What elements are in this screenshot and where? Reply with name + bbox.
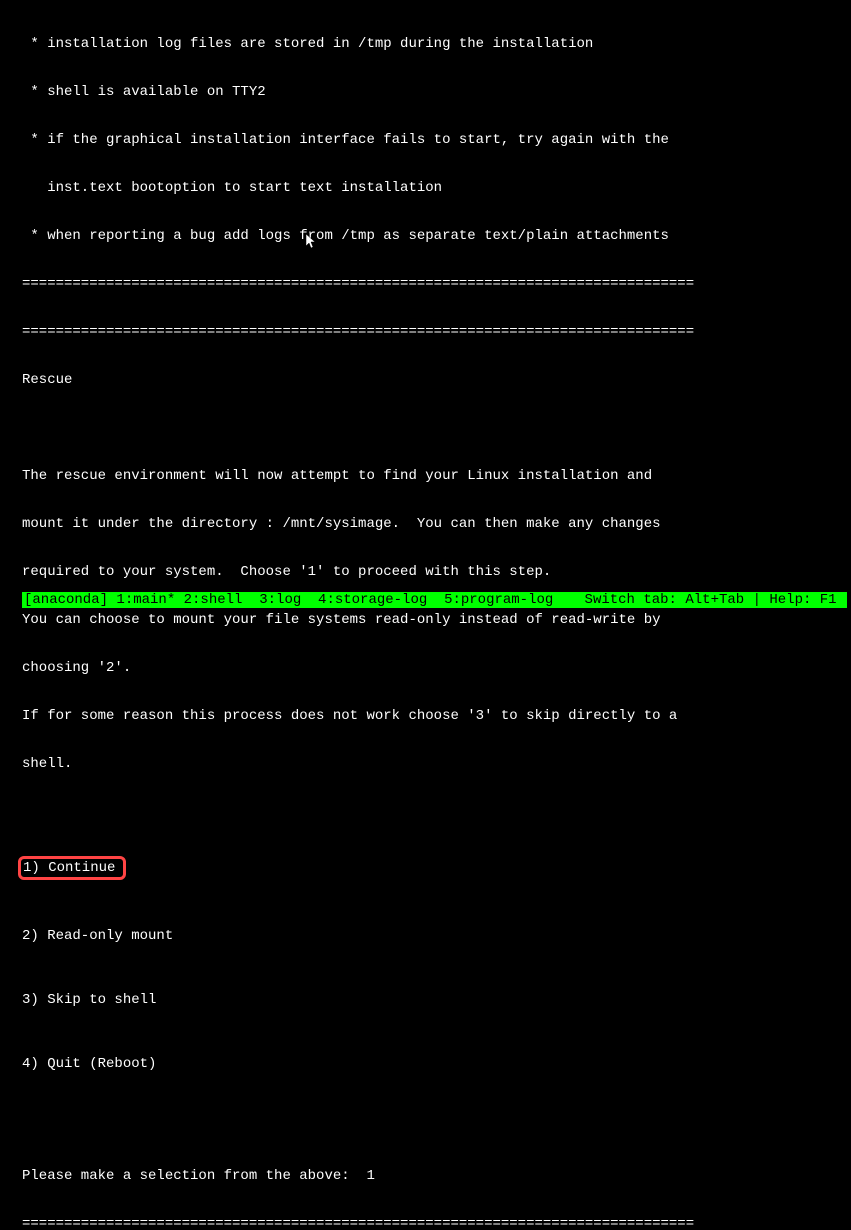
status-left: [anaconda] 1:main* 2:shell 3:log 4:stora… <box>24 592 553 608</box>
option-continue[interactable]: 1) Continue <box>22 856 851 880</box>
rescue-title: Rescue <box>0 372 851 388</box>
rescue-body: required to your system. Choose '1' to p… <box>0 564 851 580</box>
bullet-line: * if the graphical installation interfac… <box>0 132 851 148</box>
separator: ========================================… <box>0 276 851 292</box>
separator: ========================================… <box>0 1216 851 1230</box>
rescue-body: choosing '2'. <box>0 660 851 676</box>
separator: ========================================… <box>0 324 851 340</box>
blank-line <box>0 420 851 436</box>
option-quit[interactable]: 4) Quit (Reboot) <box>22 1056 851 1072</box>
option-readonly[interactable]: 2) Read-only mount <box>22 928 851 944</box>
bullet-line: inst.text bootoption to start text insta… <box>0 180 851 196</box>
rescue-body: mount it under the directory : /mnt/sysi… <box>0 516 851 532</box>
bullet-line: * when reporting a bug add logs from /tm… <box>0 228 851 244</box>
rescue-body: You can choose to mount your file system… <box>0 612 851 628</box>
terminal-output: * installation log files are stored in /… <box>0 0 851 1230</box>
rescue-body: If for some reason this process does not… <box>0 708 851 724</box>
status-bar: [anaconda] 1:main* 2:shell 3:log 4:stora… <box>22 592 847 608</box>
rescue-body: shell. <box>0 756 851 772</box>
rescue-body: The rescue environment will now attempt … <box>0 468 851 484</box>
bullet-line: * installation log files are stored in /… <box>0 36 851 52</box>
option-skip-shell[interactable]: 3) Skip to shell <box>22 992 851 1008</box>
bullet-line: * shell is available on TTY2 <box>0 84 851 100</box>
selection-prompt: Please make a selection from the above: … <box>0 1168 851 1184</box>
status-right: Switch tab: Alt+Tab | Help: F1 <box>585 592 845 608</box>
